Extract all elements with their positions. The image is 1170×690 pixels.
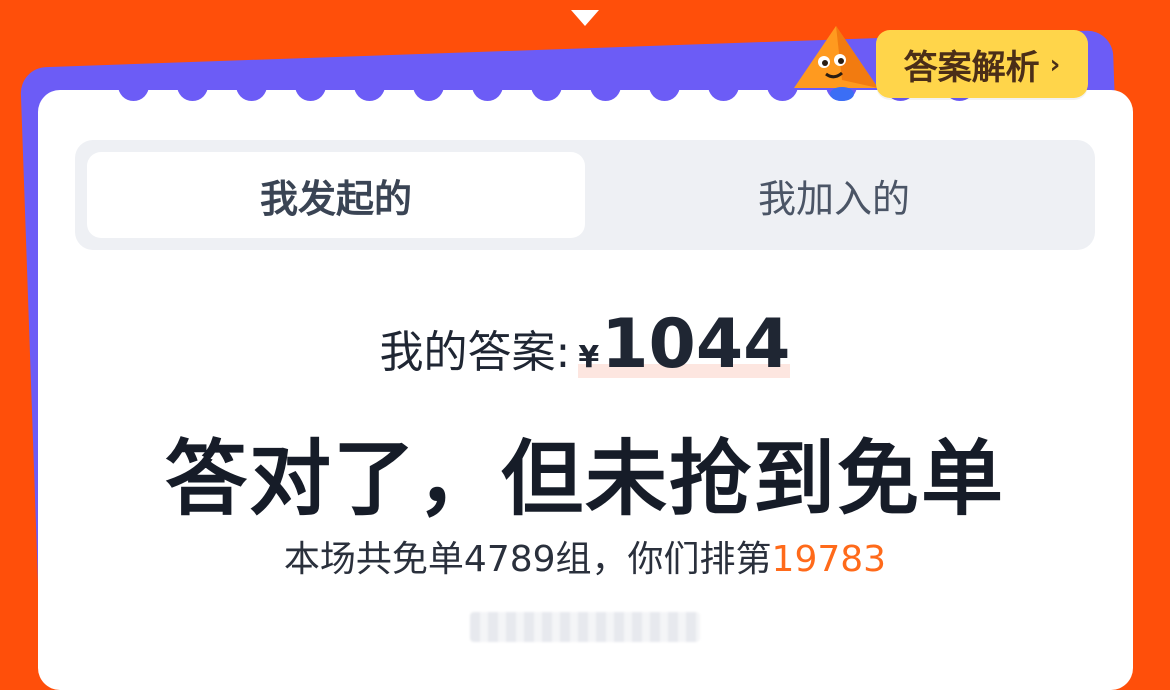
scallop xyxy=(295,75,326,101)
answer-analysis-label: 答案解析 xyxy=(903,47,1040,88)
result-title: 答对了，但未抢到免单 xyxy=(164,432,1005,527)
my-answer-label: 我的答案: xyxy=(379,327,571,378)
rank-summary: 本场共免单4789组，你们排第19783 xyxy=(0,530,1170,582)
tab-initiated[interactable]: 我发起的 xyxy=(87,152,585,238)
scallop xyxy=(354,75,385,101)
chevron-right-icon: › xyxy=(1049,50,1061,80)
scallop xyxy=(531,75,562,101)
scallop xyxy=(649,75,680,101)
scallop xyxy=(413,75,444,101)
tab-switcher: 我发起的 我加入的 xyxy=(75,140,1095,250)
scallop xyxy=(177,75,208,101)
my-answer-value: ¥1044 xyxy=(578,305,791,384)
answer-analysis-button[interactable]: 答案解析 › xyxy=(876,30,1088,98)
currency-symbol: ¥ xyxy=(578,340,600,375)
pull-down-indicator-icon xyxy=(571,10,599,26)
mascot-icon xyxy=(794,26,878,101)
scallop xyxy=(236,75,267,101)
rank-summary-text: 本场共免单4789组，你们排第 xyxy=(283,539,772,580)
scallop xyxy=(118,75,149,101)
my-answer-row: 我的答案: ¥1044 xyxy=(0,305,1170,385)
scallop xyxy=(708,75,739,101)
scallop xyxy=(590,75,621,101)
scallop xyxy=(472,75,503,101)
rank-number: 19783 xyxy=(771,539,887,580)
obscured-content xyxy=(470,612,700,642)
tab-joined[interactable]: 我加入的 xyxy=(585,152,1083,238)
answer-amount: 1044 xyxy=(601,305,791,384)
